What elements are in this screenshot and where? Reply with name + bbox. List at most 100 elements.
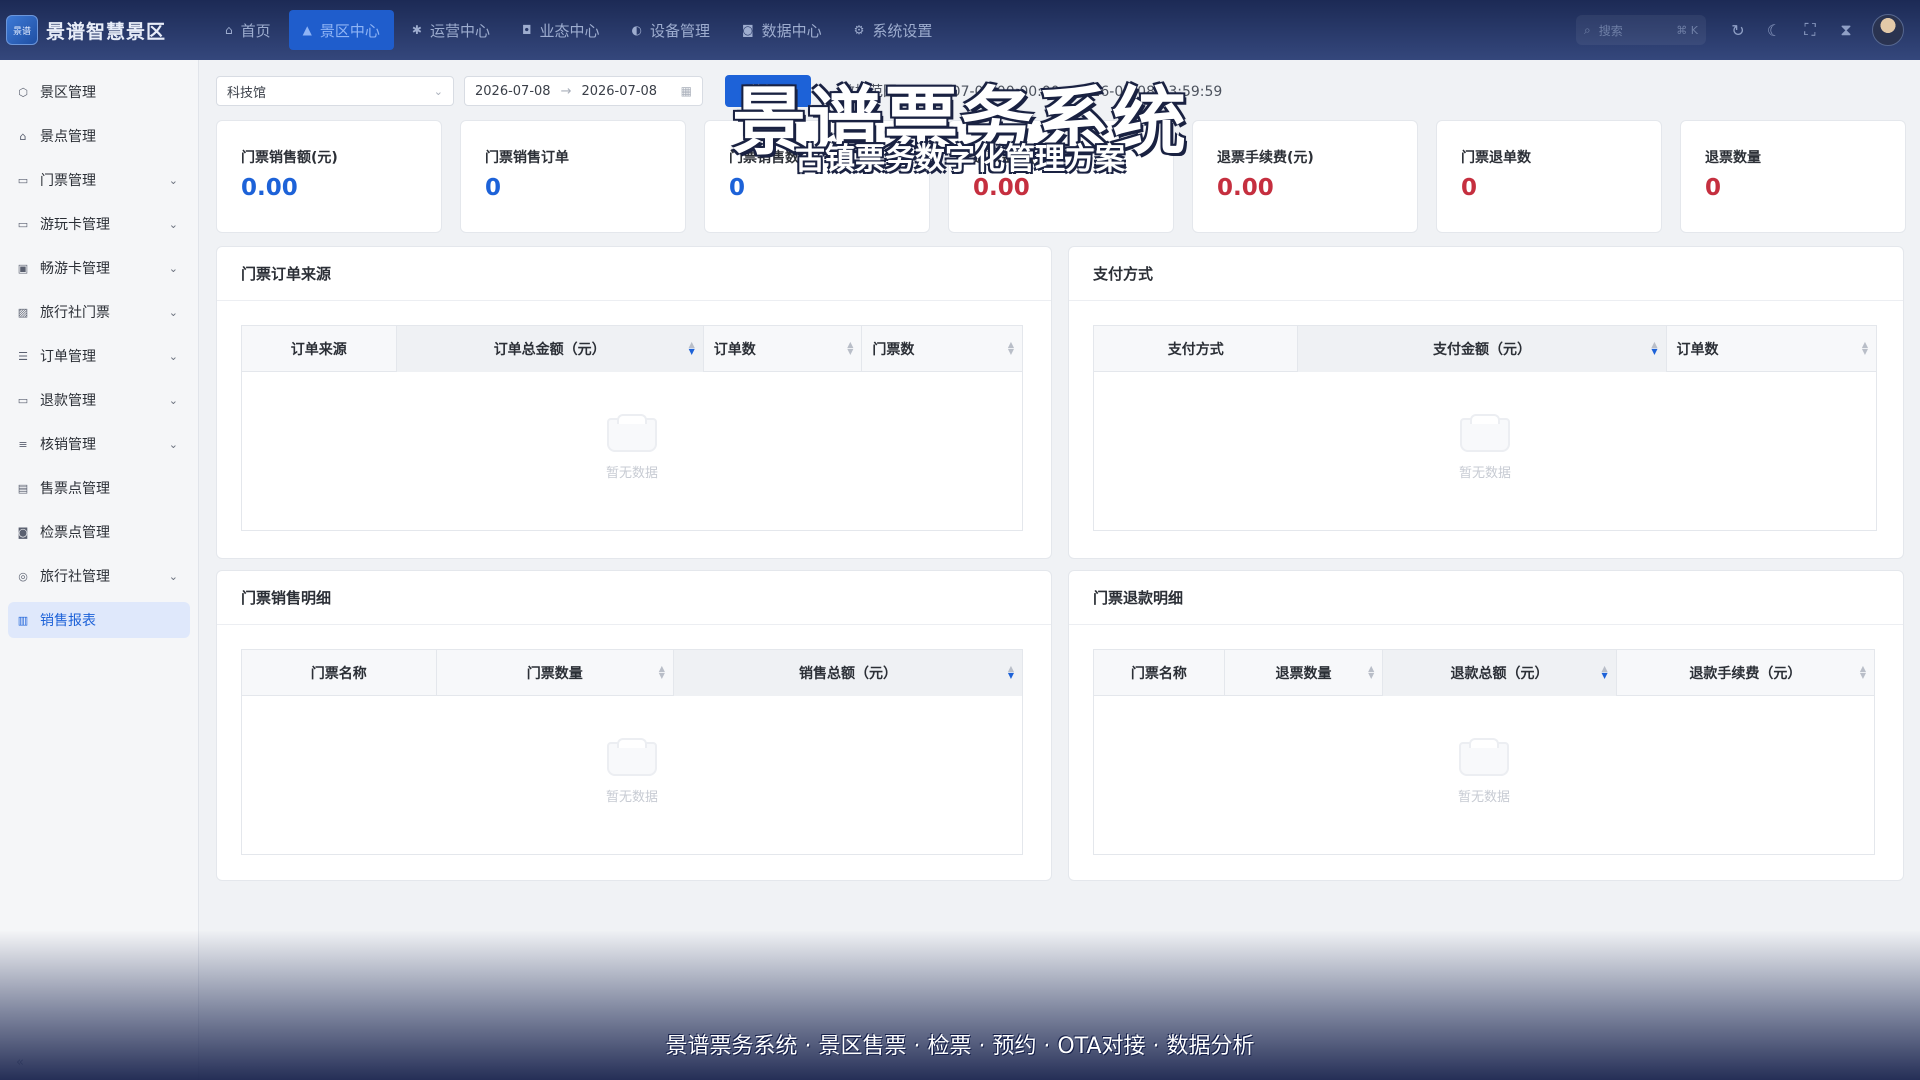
chevron-down-icon: ⌄: [168, 437, 178, 451]
sort-icon[interactable]: ▲ ▼: [1602, 665, 1608, 680]
empty-inbox-icon: [1459, 738, 1509, 776]
column-header[interactable]: 订单总金额（元） ▲ ▼: [396, 326, 704, 372]
sort-icon[interactable]: ▲ ▼: [1862, 341, 1868, 356]
column-header[interactable]: 退款手续费（元） ▲ ▼: [1617, 650, 1874, 696]
sidebar-item[interactable]: ≡ 核销管理 ⌄: [8, 426, 190, 462]
column-header[interactable]: 订单数 ▲ ▼: [704, 326, 863, 372]
sidebar-item-label: 订单管理: [40, 349, 96, 365]
column-header-label: 支付方式: [1167, 342, 1224, 358]
stat-value: 0.00: [241, 175, 298, 201]
chevron-down-icon: ⌄: [168, 217, 178, 231]
overlay-subtitle: 古镇票务数字化管理方案: [795, 142, 1125, 177]
home-icon: ⌂: [225, 23, 233, 37]
sort-icon[interactable]: ▲ ▼: [1651, 341, 1657, 356]
column-header-label: 退票数量: [1275, 666, 1332, 682]
global-search[interactable]: ⌕ 搜索 ⌘ K: [1576, 15, 1706, 45]
column-header: 支付方式: [1094, 326, 1299, 372]
panel-title: 门票订单来源: [217, 247, 1051, 301]
fullscreen-icon[interactable]: ⛶: [1792, 12, 1828, 48]
topnav-item[interactable]: ⚙ 系统设置: [840, 10, 947, 50]
top-bar: 景谱 景谱智慧景区 ⌂ 首页 ▲ 景区中心 ✱ 运营中心 ◘ 业态中心 ◐ 设备管理 ◙ 数据中心 ⚙ 系…: [0, 0, 1920, 60]
sidebar-item[interactable]: ◙ 检票点管理: [8, 514, 190, 550]
sidebar-item[interactable]: ▭ 游玩卡管理 ⌄: [8, 206, 190, 242]
sidebar-item[interactable]: ▤ 售票点管理: [8, 470, 190, 506]
sidebar-item-label: 核销管理: [40, 437, 96, 453]
search-icon: ⌕: [1584, 22, 1591, 37]
sort-icon[interactable]: ▲ ▼: [1008, 665, 1014, 680]
sidebar-item-label: 畅游卡管理: [40, 261, 110, 277]
topnav-item[interactable]: ▲ 景区中心: [288, 10, 394, 50]
column-header-label: 门票数: [872, 342, 915, 358]
empty-text: 暂无数据: [1458, 466, 1511, 481]
sale-point-icon: ▤: [17, 481, 29, 495]
sidebar-item[interactable]: ☰ 订单管理 ⌄: [8, 338, 190, 374]
pass-icon: ▣: [17, 261, 29, 275]
brand[interactable]: 景谱 景谱智慧景区: [0, 0, 199, 60]
stat-value: 0: [729, 175, 746, 201]
brand-logo-icon: 景谱: [6, 15, 38, 45]
topnav-item[interactable]: ◘ 业态中心: [508, 10, 614, 50]
sidebar: ⬡ 景区管理 ⌂ 景点管理 ▭ 门票管理 ⌄ ▭ 游玩卡管理 ⌄ ▣ 畅游卡管理 ⌄ ▨ 旅行社门票 ⌄ ☰ 订单…: [0, 60, 199, 1080]
empty-inbox-icon: [1460, 414, 1510, 452]
sidebar-item[interactable]: ▥ 销售报表: [8, 602, 190, 638]
panel-title: 门票退款明细: [1069, 571, 1903, 625]
sort-icon[interactable]: ▲ ▼: [1860, 665, 1866, 680]
panel-title: 门票销售明细: [217, 571, 1051, 625]
empty-text: 暂无数据: [1457, 790, 1510, 805]
sidebar-item[interactable]: ▣ 畅游卡管理 ⌄: [8, 250, 190, 286]
refresh-icon[interactable]: ↻: [1720, 12, 1756, 48]
top-right-tools: ⌕ 搜索 ⌘ K ↻ ☾ ⛶ ⧗: [1576, 0, 1920, 60]
sidebar-item-label: 检票点管理: [40, 525, 110, 541]
empty-inbox-icon: [607, 414, 657, 452]
sort-icon[interactable]: ▲ ▼: [1008, 341, 1014, 356]
sidebar-item[interactable]: ◎ 旅行社管理 ⌄: [8, 558, 190, 594]
topnav-label: 业态中心: [539, 21, 600, 40]
empty-state: 暂无数据: [1094, 414, 1876, 481]
topnav-label: 运营中心: [429, 21, 490, 40]
column-header: 订单来源: [242, 326, 397, 372]
column-header-label: 订单来源: [290, 342, 347, 358]
search-placeholder: 搜索: [1598, 23, 1623, 38]
column-header: 门票名称: [1094, 650, 1225, 696]
dark-mode-icon[interactable]: ☾: [1756, 12, 1792, 48]
column-header[interactable]: 订单数 ▲ ▼: [1667, 326, 1876, 372]
empty-state: 暂无数据: [242, 414, 1022, 481]
table-header: 门票名称 门票数量 ▲ ▼ 销售总额（元） ▲ ▼: [242, 650, 1022, 696]
sidebar-item[interactable]: ▭ 退款管理 ⌄: [8, 382, 190, 418]
sort-icon[interactable]: ▲ ▼: [1368, 665, 1374, 680]
topnav-label: 数据中心: [761, 21, 822, 40]
user-avatar[interactable]: [1872, 14, 1904, 46]
column-header-label: 门票名称: [1130, 666, 1187, 682]
lock-screen-icon[interactable]: ⧗: [1828, 12, 1864, 48]
report-icon: ▥: [17, 613, 29, 627]
gear-icon: ⚙: [853, 23, 865, 37]
column-header[interactable]: 退款总额（元） ▲ ▼: [1383, 650, 1617, 696]
column-header[interactable]: 门票数 ▲ ▼: [862, 326, 1022, 372]
column-header-label: 销售总额（元）: [798, 666, 897, 682]
topnav-item[interactable]: ◙ 数据中心: [728, 10, 836, 50]
column-header[interactable]: 退票数量 ▲ ▼: [1225, 650, 1384, 696]
panel-order-source: 门票订单来源订单来源 订单总金额（元） ▲ ▼ 订单数 ▲ ▼ 门票数 ▲ ▼ 暂无数据: [216, 246, 1052, 559]
sort-icon[interactable]: ▲ ▼: [847, 341, 853, 356]
card-icon: ▭: [17, 217, 29, 231]
empty-text: 暂无数据: [605, 790, 658, 805]
topnav-item[interactable]: ✱ 运营中心: [398, 10, 504, 50]
panel-payment: 支付方式 支付方式 支付金额（元） ▲ ▼ 订单数 ▲ ▼ 暂无数据: [1068, 246, 1904, 559]
topnav-item[interactable]: ◐ 设备管理: [617, 10, 724, 50]
table-header: 支付方式 支付金额（元） ▲ ▼ 订单数 ▲ ▼: [1094, 326, 1876, 372]
column-header[interactable]: 销售总额（元） ▲ ▼: [673, 650, 1022, 696]
stat-value: 0: [1705, 175, 1722, 201]
sort-icon[interactable]: ▲ ▼: [689, 341, 695, 356]
stat-value: 0: [1461, 175, 1478, 201]
sidebar-item-label: 旅行社管理: [40, 569, 110, 585]
panel-refund-detail: 门票退款明细 门票名称 退票数量 ▲ ▼ 退款总额（元） ▲ ▼ 退款手续费（元） ▲ ▼ 暂无数据: [1068, 570, 1904, 881]
sidebar-item[interactable]: ▨ 旅行社门票 ⌄: [8, 294, 190, 330]
search-shortcut: ⌘ K: [1676, 23, 1698, 37]
brand-name: 景谱智慧景区: [46, 20, 167, 43]
column-header[interactable]: 支付金额（元） ▲ ▼: [1298, 326, 1667, 372]
topnav-item[interactable]: ⌂ 首页: [211, 10, 285, 50]
sort-icon[interactable]: ▲ ▼: [659, 665, 665, 680]
chart-icon: ◙: [741, 23, 754, 37]
column-header[interactable]: 门票数量 ▲ ▼: [437, 650, 674, 696]
panel-sales-detail: 门票销售明细 门票名称 门票数量 ▲ ▼ 销售总额（元） ▲ ▼ 暂无数据: [216, 570, 1052, 881]
